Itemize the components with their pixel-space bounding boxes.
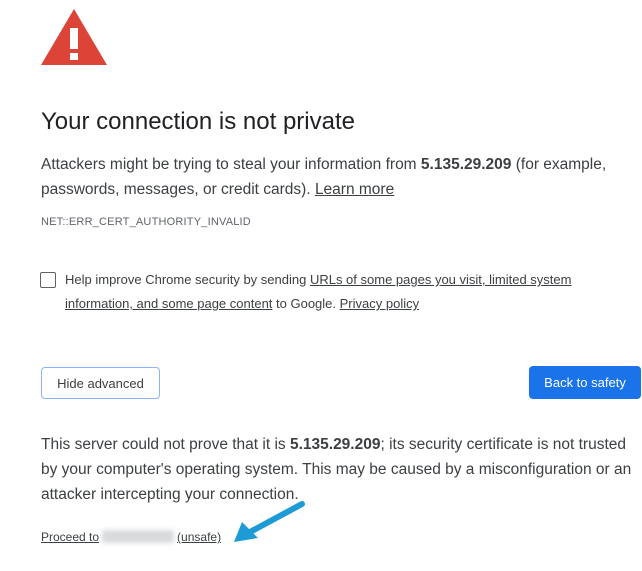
page-title: Your connection is not private (41, 108, 355, 135)
details-host: 5.135.29.209 (289, 436, 381, 453)
privacy-policy-link[interactable]: Privacy policy (340, 296, 419, 311)
proceed-row: Proceed to (unsafe) (41, 530, 221, 544)
host-address: 5.135.29.209 (420, 156, 512, 173)
details-message: This server could not prove that it is 5… (41, 432, 639, 507)
warning-triangle-icon (41, 9, 107, 65)
main-message: Attackers might be trying to steal your … (41, 152, 633, 202)
checkbox-icon[interactable] (40, 272, 56, 288)
hide-advanced-button[interactable]: Hide advanced (41, 367, 160, 399)
proceed-link[interactable]: Proceed to (unsafe) (41, 530, 221, 544)
opt-in-middle: to Google. (272, 296, 340, 311)
opt-in-text: Help improve Chrome security by sending … (65, 268, 600, 316)
proceed-prefix: Proceed to (41, 530, 100, 544)
error-code: NET::ERR_CERT_AUTHORITY_INVALID (41, 216, 251, 228)
security-opt-in: Help improve Chrome security by sending … (40, 268, 600, 316)
learn-more-link[interactable]: Learn more (315, 181, 394, 198)
annotation-arrow-icon (234, 501, 305, 542)
proceed-suffix: (unsafe) (177, 530, 222, 544)
back-to-safety-button[interactable]: Back to safety (529, 366, 641, 399)
opt-in-prefix: Help improve Chrome security by sending (65, 272, 310, 287)
redacted-host (102, 530, 175, 543)
main-message-prefix: Attackers might be trying to steal your … (41, 156, 421, 173)
details-prefix: This server could not prove that it is (41, 436, 290, 453)
